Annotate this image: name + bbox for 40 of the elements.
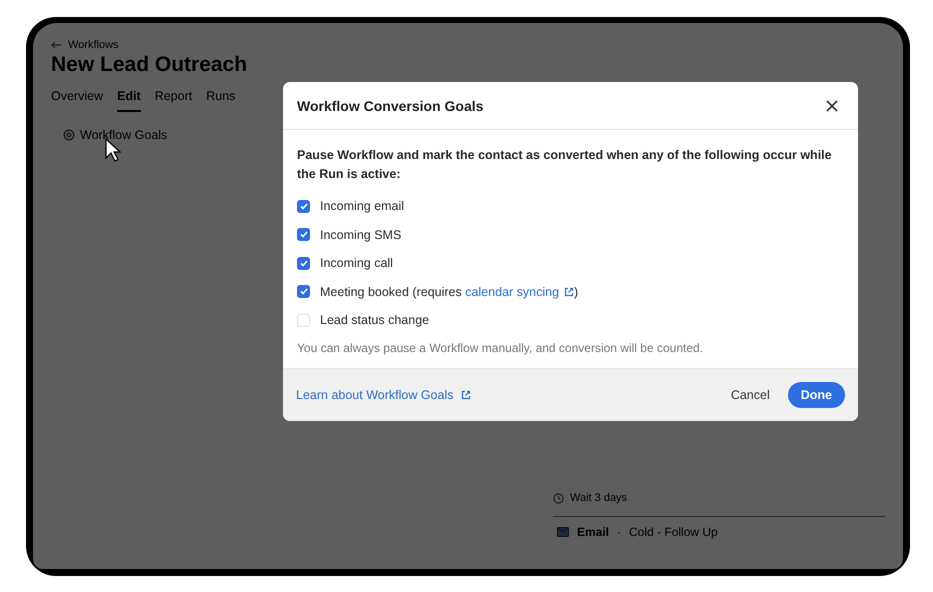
option-label: Incoming email bbox=[320, 199, 404, 214]
option-label: Incoming SMS bbox=[320, 228, 402, 242]
tab[interactable]: Report bbox=[154, 89, 192, 112]
tab[interactable]: Runs bbox=[206, 89, 236, 112]
back-arrow-icon[interactable] bbox=[51, 41, 62, 49]
option-label: Incoming call bbox=[320, 256, 393, 270]
dialog-title: Workflow Conversion Goals bbox=[297, 98, 484, 114]
checkbox[interactable] bbox=[297, 285, 310, 298]
checkbox[interactable] bbox=[297, 256, 310, 270]
dialog-note: You can always pause a Workflow manually, and conversion will be counted. bbox=[297, 340, 704, 354]
checkmark-icon bbox=[300, 260, 308, 267]
tab[interactable]: Edit bbox=[117, 89, 141, 112]
cancel-button[interactable]: Cancel bbox=[726, 382, 774, 408]
envelope-icon bbox=[557, 527, 569, 537]
checkmark-icon bbox=[300, 231, 308, 238]
external-link-icon bbox=[460, 390, 470, 400]
checkbox[interactable] bbox=[297, 200, 310, 213]
calendar-syncing-link[interactable]: calendar syncing bbox=[465, 284, 574, 299]
goals-button[interactable]: Workflow Goals bbox=[80, 128, 168, 142]
dialog-intro: Pause Workflow and mark the contact as converted when any of the following occur while the Run is active: bbox=[297, 147, 833, 183]
option-label: Meeting booked (requires calendar syncing ) bbox=[320, 284, 578, 299]
learn-link[interactable]: Learn about Workflow Goals bbox=[296, 388, 470, 402]
tab[interactable]: Overview bbox=[51, 89, 104, 112]
option-label: Lead status change bbox=[320, 313, 430, 328]
email-step-card[interactable]: Email · Cold - Follow Up bbox=[553, 516, 885, 547]
back-link[interactable]: Workflows bbox=[68, 39, 119, 51]
external-link-icon bbox=[564, 286, 574, 297]
wait-step: Wait 3 days bbox=[570, 492, 628, 504]
step-type: Email bbox=[577, 525, 610, 539]
page-title: New Lead Outreach bbox=[51, 53, 248, 77]
clock-icon bbox=[553, 492, 564, 504]
checkmark-icon bbox=[300, 288, 308, 296]
checkbox[interactable] bbox=[297, 228, 310, 242]
separator-dot: · bbox=[617, 525, 622, 539]
cursor-icon bbox=[105, 138, 121, 162]
done-button[interactable]: Done bbox=[788, 382, 845, 408]
step-name: Cold - Follow Up bbox=[629, 525, 718, 539]
checkmark-icon bbox=[300, 202, 308, 210]
target-icon bbox=[63, 129, 75, 141]
close-button[interactable] bbox=[824, 98, 840, 114]
